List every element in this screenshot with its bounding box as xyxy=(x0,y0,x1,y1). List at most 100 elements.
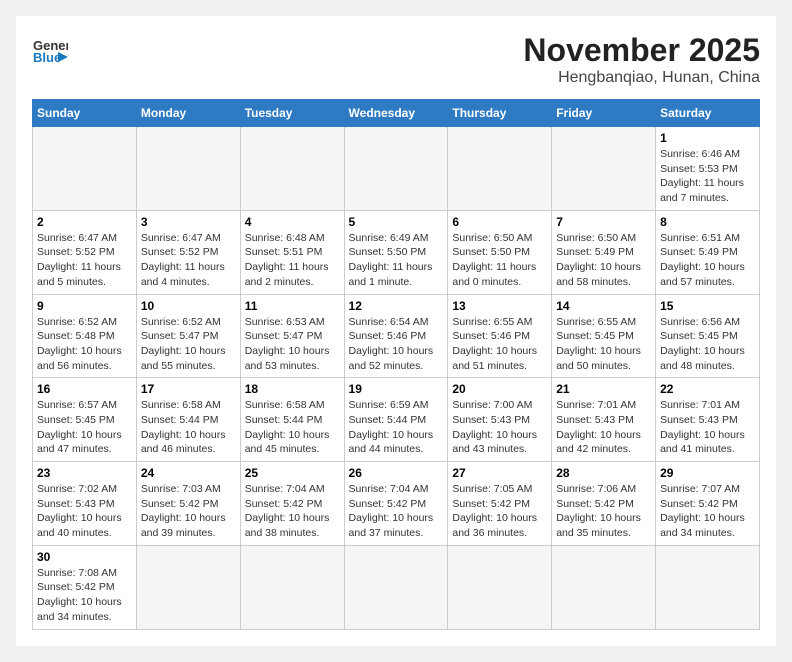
calendar-cell: 5Sunrise: 6:49 AMSunset: 5:50 PMDaylight… xyxy=(344,210,448,294)
day-number: 5 xyxy=(349,215,444,229)
calendar-cell: 16Sunrise: 6:57 AMSunset: 5:45 PMDayligh… xyxy=(33,378,137,462)
calendar-cell: 24Sunrise: 7:03 AMSunset: 5:42 PMDayligh… xyxy=(136,462,240,546)
day-info: Sunrise: 7:04 AMSunset: 5:42 PMDaylight:… xyxy=(245,482,340,541)
day-number: 17 xyxy=(141,382,236,396)
day-info: Sunrise: 6:52 AMSunset: 5:48 PMDaylight:… xyxy=(37,315,132,374)
calendar-cell xyxy=(344,127,448,211)
month-year-title: November 2025 xyxy=(523,32,760,69)
day-info: Sunrise: 6:47 AMSunset: 5:52 PMDaylight:… xyxy=(141,231,236,290)
weekday-header-wednesday: Wednesday xyxy=(344,100,448,127)
calendar-week-row: 30 Sunrise: 7:08 AMSunset: 5:42 PMDayligh… xyxy=(33,545,760,629)
day-info: Sunrise: 6:58 AMSunset: 5:44 PMDaylight:… xyxy=(245,398,340,457)
day-number: 11 xyxy=(245,299,340,313)
day-info: Sunrise: 6:53 AMSunset: 5:47 PMDaylight:… xyxy=(245,315,340,374)
calendar-cell xyxy=(656,545,760,629)
calendar-cell: 8 Sunrise: 6:51 AMSunset: 5:49 PMDaylight… xyxy=(656,210,760,294)
calendar-cell: 3 Sunrise: 6:47 AMSunset: 5:52 PMDaylight… xyxy=(136,210,240,294)
day-number: 26 xyxy=(349,466,444,480)
day-number: 1 xyxy=(660,131,755,145)
calendar-cell: 21 Sunrise: 7:01 AMSunset: 5:43 PMDayligh… xyxy=(552,378,656,462)
day-number: 18 xyxy=(245,382,340,396)
day-number: 23 xyxy=(37,466,132,480)
weekday-header-monday: Monday xyxy=(136,100,240,127)
day-number: 25 xyxy=(245,466,340,480)
day-info: Sunrise: 6:52 AMSunset: 5:47 PMDaylight:… xyxy=(141,315,236,374)
calendar-cell xyxy=(344,545,448,629)
calendar-cell xyxy=(136,545,240,629)
day-number: 27 xyxy=(452,466,547,480)
day-number: 4 xyxy=(245,215,340,229)
calendar-cell xyxy=(33,127,137,211)
weekday-header-tuesday: Tuesday xyxy=(240,100,344,127)
day-info: Sunrise: 7:03 AMSunset: 5:42 PMDaylight:… xyxy=(141,482,236,541)
calendar-cell: 4 Sunrise: 6:48 AMSunset: 5:51 PMDaylight… xyxy=(240,210,344,294)
calendar-page: General Blue November 2025 Hengbanqiao, … xyxy=(16,16,776,646)
calendar-week-row: 16Sunrise: 6:57 AMSunset: 5:45 PMDayligh… xyxy=(33,378,760,462)
day-number: 9 xyxy=(37,299,132,313)
calendar-cell xyxy=(552,127,656,211)
calendar-cell: 25 Sunrise: 7:04 AMSunset: 5:42 PMDayligh… xyxy=(240,462,344,546)
day-info: Sunrise: 6:54 AMSunset: 5:46 PMDaylight:… xyxy=(349,315,444,374)
calendar-cell: 14 Sunrise: 6:55 AMSunset: 5:45 PMDayligh… xyxy=(552,294,656,378)
location-subtitle: Hengbanqiao, Hunan, China xyxy=(523,69,760,87)
day-info: Sunrise: 6:50 AMSunset: 5:50 PMDaylight:… xyxy=(452,231,547,290)
day-number: 3 xyxy=(141,215,236,229)
day-number: 16 xyxy=(37,382,132,396)
day-number: 19 xyxy=(349,382,444,396)
day-info: Sunrise: 6:48 AMSunset: 5:51 PMDaylight:… xyxy=(245,231,340,290)
svg-text:Blue: Blue xyxy=(33,50,61,65)
logo-icon: General Blue xyxy=(32,32,68,73)
day-number: 20 xyxy=(452,382,547,396)
calendar-cell: 7Sunrise: 6:50 AMSunset: 5:49 PMDaylight… xyxy=(552,210,656,294)
day-number: 10 xyxy=(141,299,236,313)
calendar-cell: 2 Sunrise: 6:47 AMSunset: 5:52 PMDaylight… xyxy=(33,210,137,294)
day-number: 22 xyxy=(660,382,755,396)
calendar-cell: 30 Sunrise: 7:08 AMSunset: 5:42 PMDayligh… xyxy=(33,545,137,629)
calendar-week-row: 1Sunrise: 6:46 AMSunset: 5:53 PMDaylight… xyxy=(33,127,760,211)
calendar-cell: 27Sunrise: 7:05 AMSunset: 5:42 PMDayligh… xyxy=(448,462,552,546)
calendar-cell xyxy=(136,127,240,211)
weekday-header-friday: Friday xyxy=(552,100,656,127)
calendar-week-row: 2 Sunrise: 6:47 AMSunset: 5:52 PMDaylight… xyxy=(33,210,760,294)
calendar-cell xyxy=(448,127,552,211)
day-info: Sunrise: 6:55 AMSunset: 5:45 PMDaylight:… xyxy=(556,315,651,374)
calendar-cell: 9 Sunrise: 6:52 AMSunset: 5:48 PMDaylight… xyxy=(33,294,137,378)
day-info: Sunrise: 7:01 AMSunset: 5:43 PMDaylight:… xyxy=(660,398,755,457)
calendar-cell: 29Sunrise: 7:07 AMSunset: 5:42 PMDayligh… xyxy=(656,462,760,546)
calendar-cell xyxy=(240,127,344,211)
calendar-week-row: 23 Sunrise: 7:02 AMSunset: 5:43 PMDayligh… xyxy=(33,462,760,546)
day-number: 12 xyxy=(349,299,444,313)
logo: General Blue xyxy=(32,32,72,73)
calendar-cell: 28Sunrise: 7:06 AMSunset: 5:42 PMDayligh… xyxy=(552,462,656,546)
day-info: Sunrise: 7:04 AMSunset: 5:42 PMDaylight:… xyxy=(349,482,444,541)
calendar-cell: 22 Sunrise: 7:01 AMSunset: 5:43 PMDayligh… xyxy=(656,378,760,462)
weekday-header-sunday: Sunday xyxy=(33,100,137,127)
day-number: 8 xyxy=(660,215,755,229)
day-info: Sunrise: 7:02 AMSunset: 5:43 PMDaylight:… xyxy=(37,482,132,541)
calendar-cell: 13Sunrise: 6:55 AMSunset: 5:46 PMDayligh… xyxy=(448,294,552,378)
day-info: Sunrise: 6:51 AMSunset: 5:49 PMDaylight:… xyxy=(660,231,755,290)
day-number: 7 xyxy=(556,215,651,229)
day-number: 21 xyxy=(556,382,651,396)
calendar-cell: 1Sunrise: 6:46 AMSunset: 5:53 PMDaylight… xyxy=(656,127,760,211)
day-number: 30 xyxy=(37,550,132,564)
day-info: Sunrise: 7:07 AMSunset: 5:42 PMDaylight:… xyxy=(660,482,755,541)
day-number: 6 xyxy=(452,215,547,229)
header: General Blue November 2025 Hengbanqiao, … xyxy=(32,32,760,87)
calendar-cell: 15 Sunrise: 6:56 AMSunset: 5:45 PMDayligh… xyxy=(656,294,760,378)
calendar-cell: 12 Sunrise: 6:54 AMSunset: 5:46 PMDayligh… xyxy=(344,294,448,378)
day-number: 14 xyxy=(556,299,651,313)
day-number: 2 xyxy=(37,215,132,229)
day-info: Sunrise: 6:47 AMSunset: 5:52 PMDaylight:… xyxy=(37,231,132,290)
calendar-cell: 18 Sunrise: 6:58 AMSunset: 5:44 PMDayligh… xyxy=(240,378,344,462)
day-info: Sunrise: 7:06 AMSunset: 5:42 PMDaylight:… xyxy=(556,482,651,541)
day-info: Sunrise: 6:55 AMSunset: 5:46 PMDaylight:… xyxy=(452,315,547,374)
day-info: Sunrise: 7:01 AMSunset: 5:43 PMDaylight:… xyxy=(556,398,651,457)
weekday-header-saturday: Saturday xyxy=(656,100,760,127)
day-number: 15 xyxy=(660,299,755,313)
weekday-header-thursday: Thursday xyxy=(448,100,552,127)
day-info: Sunrise: 6:56 AMSunset: 5:45 PMDaylight:… xyxy=(660,315,755,374)
title-block: November 2025 Hengbanqiao, Hunan, China xyxy=(523,32,760,87)
calendar-cell: 23 Sunrise: 7:02 AMSunset: 5:43 PMDayligh… xyxy=(33,462,137,546)
day-info: Sunrise: 7:08 AMSunset: 5:42 PMDaylight:… xyxy=(37,566,132,625)
